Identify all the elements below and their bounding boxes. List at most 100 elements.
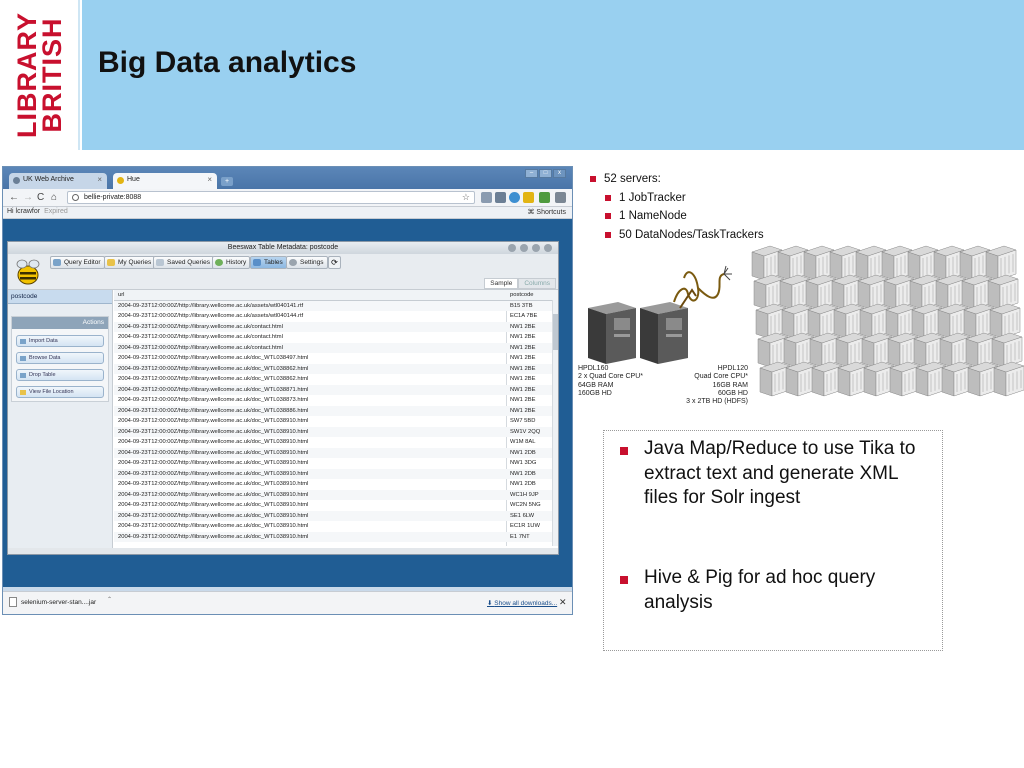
datanode-server-icon: [911, 303, 943, 339]
table-row[interactable]: 2004-09-23T12:00:00Z/http://library.well…: [114, 416, 558, 427]
minimize-button[interactable]: –: [525, 169, 538, 178]
import-data-button[interactable]: Import Data: [16, 335, 104, 347]
table-row[interactable]: 2004-09-23T12:00:00Z/http://library.well…: [114, 405, 558, 416]
server-list: 52 servers: 1 JobTracker 1 NameNode 50 D…: [590, 170, 764, 244]
nav-tables[interactable]: Tables: [250, 256, 287, 269]
cell-url: 2004-09-23T12:00:00Z/http://library.well…: [118, 449, 309, 456]
datanode-server-icon: [887, 332, 919, 368]
horizontal-scrollbar[interactable]: [8, 548, 558, 554]
close-icon[interactable]: ×: [207, 175, 212, 184]
user-greeting: Hi lcrawfor Expired: [7, 208, 68, 215]
right-server-spec: HPDL120 Quad Core CPU* 16GB RAM 60GB HD …: [686, 365, 748, 406]
table-row[interactable]: 2004-09-23T12:00:00Z/http://library.well…: [114, 458, 558, 469]
window-close-button[interactable]: x: [553, 169, 566, 178]
chevron-up-icon[interactable]: ⌃: [107, 596, 112, 603]
tab-hue[interactable]: Hue ×: [113, 173, 217, 189]
cell-url: 2004-09-23T12:00:00Z/http://library.well…: [118, 481, 309, 487]
nav-my-queries[interactable]: My Queries: [104, 256, 156, 269]
notes-box: Java Map/Reduce to use Tika to extract t…: [603, 430, 943, 651]
extension-icon[interactable]: [509, 192, 520, 203]
datanode-server-icon: [783, 332, 815, 368]
table-row[interactable]: 2004-09-23T12:00:00Z/http://library.well…: [114, 300, 558, 311]
table-scrollbar[interactable]: [552, 300, 558, 546]
nav-history[interactable]: History: [212, 256, 251, 269]
maximize-button[interactable]: □: [539, 169, 552, 178]
nav-saved-queries[interactable]: Saved Queries: [153, 256, 214, 269]
user-status: Expired: [44, 208, 68, 215]
nav-settings[interactable]: Settings: [286, 256, 328, 269]
download-item[interactable]: selenium-server-stan....jar: [21, 599, 96, 606]
mail-extension-icon[interactable]: [481, 192, 492, 203]
tab-uk-web-archive[interactable]: UK Web Archive ×: [9, 173, 107, 189]
nav-label: Saved Queries: [167, 259, 210, 266]
back-icon[interactable]: ←: [9, 192, 19, 203]
extension-icon[interactable]: [495, 192, 506, 203]
table-row[interactable]: 2004-09-23T12:00:00Z/http://library.well…: [114, 384, 558, 395]
spec-line: 16GB RAM: [712, 381, 748, 389]
cell-url: 2004-09-23T12:00:00Z/http://library.well…: [118, 397, 309, 403]
cell-postcode: WC2N 5NG: [510, 502, 541, 508]
table-row[interactable]: 2004-09-23T12:00:00Z/http://library.well…: [114, 426, 558, 437]
reload-icon[interactable]: C: [37, 192, 44, 203]
refresh-button[interactable]: ⟳: [328, 256, 341, 269]
table-row[interactable]: 2004-09-23T12:00:00Z/http://library.well…: [114, 447, 558, 458]
drop-table-button[interactable]: Drop Table: [16, 369, 104, 381]
cell-url: 2004-09-23T12:00:00Z/http://library.well…: [118, 460, 309, 466]
header-postcode[interactable]: postcode: [510, 292, 534, 298]
tab-label: UK Web Archive: [23, 176, 74, 183]
shortcuts-link[interactable]: ⌘ Shortcuts: [527, 208, 566, 216]
address-bar[interactable]: bellie-private:8088 ☆: [67, 191, 475, 204]
window-minimize-icon[interactable]: [532, 244, 540, 252]
table-row[interactable]: 2004-09-23T12:00:00Z/http://library.well…: [114, 510, 558, 521]
header-url[interactable]: url: [118, 292, 124, 298]
datanode-server-icon: [939, 332, 971, 368]
tab-sample[interactable]: Sample: [484, 278, 519, 289]
close-icon[interactable]: ✕: [559, 597, 567, 608]
table-row[interactable]: 2004-09-23T12:00:00Z/http://library.well…: [114, 311, 558, 322]
window-refresh-icon[interactable]: [520, 244, 528, 252]
home-icon[interactable]: ⌂: [51, 192, 57, 203]
table-row[interactable]: 2004-09-23T12:00:00Z/http://library.well…: [114, 468, 558, 479]
table-row[interactable]: 2004-09-23T12:00:00Z/http://library.well…: [114, 363, 558, 374]
new-tab-button[interactable]: +: [221, 177, 233, 186]
close-icon[interactable]: ×: [97, 175, 102, 184]
extension-icon[interactable]: [539, 192, 550, 203]
table-row[interactable]: 2004-09-23T12:00:00Z/http://library.well…: [114, 353, 558, 364]
selected-table[interactable]: postcode: [8, 290, 112, 304]
table-row[interactable]: 2004-09-23T12:00:00Z/http://library.well…: [114, 521, 558, 532]
nav-query-editor[interactable]: Query Editor: [50, 256, 105, 269]
cell-postcode: EC1R 1UW: [510, 523, 540, 529]
spec-line: 60GB HD: [718, 389, 748, 397]
table-row[interactable]: 2004-09-23T12:00:00Z/http://library.well…: [114, 500, 558, 511]
datanode-server-icon: [779, 274, 811, 310]
view-file-location-button[interactable]: View File Location: [16, 386, 104, 398]
window-close-icon[interactable]: [544, 244, 552, 252]
browser-tab-bar: UK Web Archive × Hue × + – □ x: [3, 167, 572, 189]
table-row[interactable]: 2004-09-23T12:00:00Z/http://library.well…: [114, 395, 558, 406]
table-row[interactable]: 2004-09-23T12:00:00Z/http://library.well…: [114, 342, 558, 353]
table-row[interactable]: 2004-09-23T12:00:00Z/http://library.well…: [114, 321, 558, 332]
hue-extension-icon[interactable]: [523, 192, 534, 203]
tab-columns[interactable]: Columns: [518, 278, 556, 289]
show-all-downloads-link[interactable]: ⬇ Show all downloads...: [487, 599, 557, 607]
datanode-server-icon: [935, 274, 967, 310]
table-row[interactable]: 2004-09-23T12:00:00Z/http://library.well…: [114, 531, 558, 542]
bookmark-star-icon[interactable]: ☆: [462, 192, 470, 203]
table-row[interactable]: 2004-09-23T12:00:00Z/http://library.well…: [114, 374, 558, 385]
scrollbar-thumb[interactable]: [553, 314, 558, 350]
datanode-server-icon: [863, 361, 895, 397]
table-row[interactable]: 2004-09-23T12:00:00Z/http://library.well…: [114, 332, 558, 343]
browse-data-button[interactable]: Browse Data: [16, 352, 104, 364]
cell-postcode: B15 3TB: [510, 302, 533, 309]
table-row[interactable]: 2004-09-23T12:00:00Z/http://library.well…: [114, 489, 558, 500]
table-row[interactable]: 2004-09-23T12:00:00Z/http://library.well…: [114, 437, 558, 448]
action-label: Drop Table: [29, 372, 56, 378]
table-row[interactable]: 2004-09-23T12:00:00Z/http://library.well…: [114, 479, 558, 490]
cell-postcode: NW1 2BE: [510, 397, 536, 403]
browser-toolbar: ← → C ⌂ bellie-private:8088 ☆: [3, 189, 572, 207]
window-help-icon[interactable]: [508, 244, 516, 252]
cell-postcode: NW1 2BE: [510, 386, 536, 393]
forward-icon[interactable]: →: [23, 192, 33, 203]
cell-postcode: WC1H 9JP: [510, 491, 539, 498]
wrench-icon[interactable]: [555, 192, 566, 203]
